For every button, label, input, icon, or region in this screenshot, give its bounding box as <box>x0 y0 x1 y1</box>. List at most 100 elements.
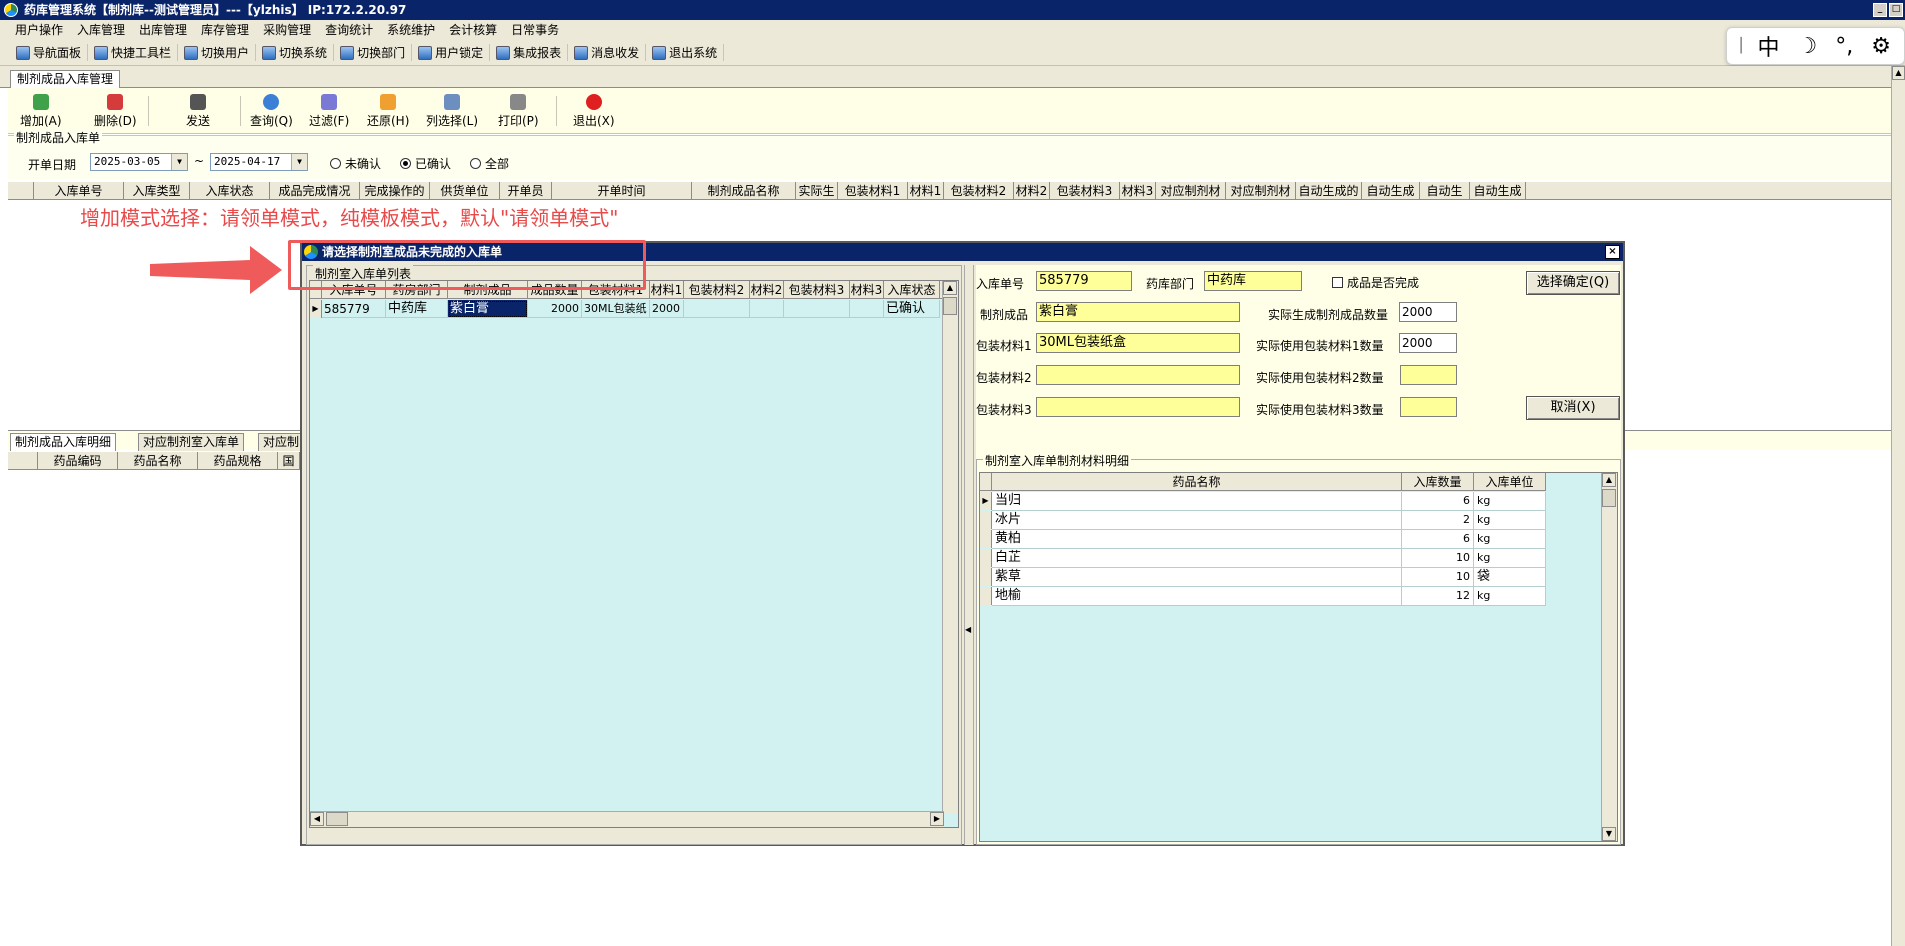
product-field[interactable]: 紫白膏 <box>1036 302 1240 322</box>
restore-button[interactable]: 还原(H) <box>367 94 409 129</box>
col-header[interactable]: 完成操作的 <box>360 182 430 200</box>
scroll-thumb[interactable] <box>943 297 957 315</box>
order-cell[interactable]: 中药库 <box>386 300 448 318</box>
add-button[interactable]: 增加(A) <box>20 94 62 129</box>
col-header[interactable]: 包装材料2 <box>684 281 750 299</box>
print-button[interactable]: 打印(P) <box>498 94 539 129</box>
pkg3-qty-field[interactable] <box>1400 397 1457 417</box>
col-header[interactable]: 药品名称 <box>992 473 1402 491</box>
col-header[interactable]: 入库单位 <box>1474 473 1546 491</box>
col-header[interactable]: 自动生成 <box>1362 182 1420 200</box>
col-header[interactable]: 供货单位 <box>430 182 500 200</box>
quick-switch-system-button[interactable]: 切换系统 <box>256 44 335 61</box>
col-header[interactable]: 入库单号 <box>34 182 124 200</box>
menu-query[interactable]: 查询统计 <box>318 20 380 40</box>
scroll-right-icon[interactable]: ▶ <box>930 812 944 826</box>
menu-inbound[interactable]: 入库管理 <box>70 20 132 40</box>
material-row[interactable]: 白芷 10 kg <box>980 549 1546 568</box>
col-header[interactable]: 入库状态 <box>884 281 940 299</box>
col-header[interactable]: 药品名称 <box>118 452 198 470</box>
col-header[interactable]: 国 <box>278 452 300 470</box>
material-name-cell[interactable]: 黄柏 <box>992 530 1402 549</box>
date-from-picker[interactable]: 2025-03-05 ▼ <box>90 153 188 171</box>
order-cell[interactable] <box>750 300 784 318</box>
material-row[interactable]: 冰片 2 kg <box>980 511 1546 530</box>
ime-mode-toggle[interactable]: 中 <box>1757 30 1779 62</box>
material-row[interactable]: ▶ 当归 6 kg <box>980 492 1546 511</box>
ime-punct-toggle[interactable]: °, <box>1835 34 1853 59</box>
tab-prep-more[interactable]: 对应制 <box>258 433 305 451</box>
tab-inbound-detail[interactable]: 制剂成品入库明细 <box>10 433 117 451</box>
quick-message-button[interactable]: 消息收发 <box>568 44 647 61</box>
quick-user-lock-button[interactable]: 用户锁定 <box>412 44 491 61</box>
scroll-left-icon[interactable]: ◀ <box>310 812 324 826</box>
date-to-picker[interactable]: 2025-04-17 ▼ <box>210 153 308 171</box>
ime-gear-icon[interactable]: ⚙ <box>1871 34 1891 59</box>
material-row[interactable]: 地榆 12 kg <box>980 587 1546 606</box>
scroll-thumb[interactable] <box>326 812 348 826</box>
col-header[interactable]: 材料2 <box>750 281 784 299</box>
order-cell[interactable] <box>684 300 750 318</box>
exit-button[interactable]: 退出(X) <box>573 94 615 129</box>
minimize-button[interactable]: _ <box>1873 3 1887 17</box>
tab-finished-inbound[interactable]: 制剂成品入库管理 <box>10 70 121 88</box>
order-cell[interactable] <box>784 300 850 318</box>
scroll-up-icon[interactable]: ▲ <box>1892 66 1905 80</box>
radio-all[interactable]: 全部 <box>470 155 509 172</box>
scroll-up-icon[interactable]: ▲ <box>943 281 957 295</box>
pkg2-qty-field[interactable] <box>1400 365 1457 385</box>
pkg3-field[interactable] <box>1036 397 1240 417</box>
dept-field[interactable]: 中药库 <box>1204 271 1302 291</box>
quick-exit-button[interactable]: 退出系统 <box>646 44 725 61</box>
material-name-cell[interactable]: 紫草 <box>992 568 1402 587</box>
pkg2-field[interactable] <box>1036 365 1240 385</box>
menu-system[interactable]: 系统维护 <box>380 20 442 40</box>
order-cell[interactable]: 已确认 <box>884 300 940 318</box>
quick-switch-dept-button[interactable]: 切换部门 <box>334 44 413 61</box>
menu-accounting[interactable]: 会计核算 <box>442 20 504 40</box>
actual-qty-field[interactable]: 2000 <box>1399 302 1457 322</box>
send-button[interactable]: 发送 <box>186 94 210 129</box>
order-cell[interactable]: 2000 <box>650 300 684 318</box>
col-header[interactable]: 自动生 <box>1420 182 1470 200</box>
chevron-down-icon[interactable]: ▼ <box>171 154 187 170</box>
col-header[interactable]: 包装材料2 <box>944 182 1014 200</box>
order-cell[interactable]: 2000 <box>528 300 582 318</box>
ime-moon-icon[interactable]: ☽ <box>1797 34 1817 59</box>
col-header[interactable]: 入库类型 <box>124 182 190 200</box>
col-header[interactable]: 实际生 <box>796 182 838 200</box>
filter-button[interactable]: 过滤(F) <box>309 94 349 129</box>
completed-checkbox[interactable]: 成品是否完成 <box>1332 274 1419 291</box>
order-cell[interactable]: 585779 <box>322 300 386 318</box>
material-name-cell[interactable]: 冰片 <box>992 511 1402 530</box>
query-button[interactable]: 查询(Q) <box>250 94 293 129</box>
order-cell[interactable]: 30ML包装纸 <box>582 300 650 318</box>
material-unit-cell[interactable]: kg <box>1474 511 1546 530</box>
col-header[interactable]: 材料1 <box>908 182 944 200</box>
material-qty-cell[interactable]: 2 <box>1402 511 1474 530</box>
col-header[interactable]: 对应制剂材 <box>1156 182 1226 200</box>
material-name-cell[interactable]: 白芷 <box>992 549 1402 568</box>
close-button[interactable]: × <box>1605 245 1620 259</box>
order-cell[interactable] <box>850 300 884 318</box>
col-header[interactable]: 材料3 <box>1120 182 1156 200</box>
menu-inventory[interactable]: 库存管理 <box>194 20 256 40</box>
material-qty-cell[interactable]: 6 <box>1402 492 1474 511</box>
material-qty-cell[interactable]: 6 <box>1402 530 1474 549</box>
col-header[interactable]: 包装材料3 <box>1050 182 1120 200</box>
col-header[interactable]: 包装材料3 <box>784 281 850 299</box>
col-header[interactable]: 制剂成品名称 <box>692 182 796 200</box>
delete-button[interactable]: 删除(D) <box>94 94 137 129</box>
col-header[interactable]: 包装材料1 <box>838 182 908 200</box>
order-list-vscroll[interactable]: ▲ <box>942 281 958 813</box>
material-row[interactable]: 黄柏 6 kg <box>980 530 1546 549</box>
col-header[interactable]: 自动生成 <box>1470 182 1526 200</box>
material-qty-cell[interactable]: 10 <box>1402 568 1474 587</box>
confirm-select-button[interactable]: 选择确定(Q) <box>1526 271 1620 295</box>
material-name-cell[interactable]: 地榆 <box>992 587 1402 606</box>
material-unit-cell[interactable]: kg <box>1474 530 1546 549</box>
material-unit-cell[interactable]: kg <box>1474 492 1546 511</box>
menu-outbound[interactable]: 出库管理 <box>132 20 194 40</box>
pkg1-qty-field[interactable]: 2000 <box>1399 333 1457 353</box>
maximize-button[interactable]: □ <box>1889 3 1903 17</box>
